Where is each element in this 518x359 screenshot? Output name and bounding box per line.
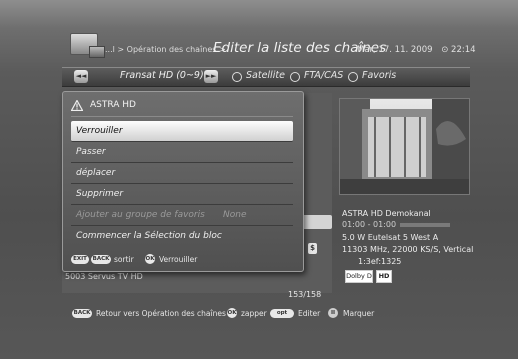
channel-info-satellite: 5.0 W Eutelsat 5 West A	[342, 233, 439, 242]
channel-options-popup: ASTRA HD Verrouiller Passer déplacer Sup…	[62, 91, 304, 272]
ok-key-icon: OK	[145, 254, 155, 264]
hd-badge: HD	[376, 270, 392, 283]
help-bar: BACK Retour vers Opération des chaînes O…	[62, 306, 470, 322]
mark-hint: Marquer	[343, 309, 375, 318]
menu-item-value: None	[223, 210, 247, 220]
channel-info-transponder: 11303 MHz, 22000 KS/S, Vertical	[342, 245, 474, 254]
ok-hint: Verrouiller	[159, 255, 198, 264]
list-item[interactable]: 5003 Servus TV HD	[65, 272, 143, 281]
radio-label-satellite: Satellite	[246, 70, 285, 81]
menu-item-selection-bloc[interactable]: Commencer la Sélection du bloc	[71, 226, 293, 246]
menu-item-label: déplacer	[76, 168, 116, 178]
breadcrumb: ...l > Opération des chaînes >	[105, 45, 226, 54]
menu-item-label: Supprimer	[76, 189, 124, 199]
prev-list-button[interactable]: ◄◄	[74, 70, 88, 83]
video-preview	[339, 98, 470, 195]
warning-icon	[71, 100, 83, 111]
menu-item-label: Ajouter au groupe de favoris	[76, 210, 205, 220]
menu-item-deplacer[interactable]: déplacer	[71, 163, 293, 184]
exit-key-icon: EXIT	[71, 255, 89, 264]
channel-counter: 153/158	[288, 290, 322, 299]
next-list-button[interactable]: ►►	[204, 70, 218, 83]
pause-key-icon: II	[328, 308, 338, 318]
dolby-badge: Dolby D	[345, 270, 373, 283]
back-key-icon: BACK	[72, 309, 92, 318]
radio-fta-cas[interactable]	[290, 72, 300, 82]
filter-bar: ◄◄ Fransat HD (0~9) ►► Satellite FTA/CAS…	[62, 67, 470, 87]
tv-screen: ...l > Opération des chaînes > Editer la…	[0, 0, 518, 359]
channel-info-name: ASTRA HD Demokanal	[342, 209, 431, 218]
favorite-list-name[interactable]: Fransat HD (0~9)	[120, 70, 204, 81]
back-key-icon: BACK	[91, 255, 111, 264]
menu-item-supprimer[interactable]: Supprimer	[71, 184, 293, 205]
menu-item-label: Verrouiller	[76, 126, 123, 136]
menu-item-verrouiller[interactable]: Verrouiller	[71, 121, 293, 142]
menu-item-passer[interactable]: Passer	[71, 142, 293, 163]
date-text: Mar, 17. 11. 2009	[357, 45, 433, 55]
opt-key-icon: opt	[270, 309, 294, 318]
radio-satellite[interactable]	[232, 72, 242, 82]
scrambled-icon: $	[308, 243, 317, 254]
time-text: 22:14	[451, 45, 476, 55]
opt-hint: Editer	[298, 309, 321, 318]
radio-favoris[interactable]	[348, 72, 358, 82]
channel-info-time: 01:00 - 01:00	[342, 220, 397, 229]
divider	[71, 116, 293, 117]
datetime: Mar, 17. 11. 2009 ⊙ 22:14	[357, 45, 476, 55]
clock-icon: ⊙	[441, 45, 449, 55]
menu-item-ajouter-favoris: Ajouter au groupe de favoris None	[71, 205, 293, 226]
menu-item-label: Passer	[76, 147, 106, 157]
radio-label-fta-cas: FTA/CAS	[304, 70, 344, 81]
ok-key-icon: OK	[227, 308, 237, 318]
preview-image	[340, 99, 469, 194]
tv-icon	[70, 33, 105, 58]
menu-item-label: Commencer la Sélection du bloc	[76, 231, 222, 241]
exit-hint: sortir	[114, 255, 134, 264]
ok-hint: zapper	[241, 309, 267, 318]
popup-title: ASTRA HD	[90, 100, 136, 110]
progress-bar	[400, 223, 450, 227]
radio-label-favoris: Favoris	[362, 70, 397, 81]
channel-info-service-id: 1:3ef:1325	[358, 257, 402, 266]
back-hint: Retour vers Opération des chaînes	[96, 309, 226, 318]
